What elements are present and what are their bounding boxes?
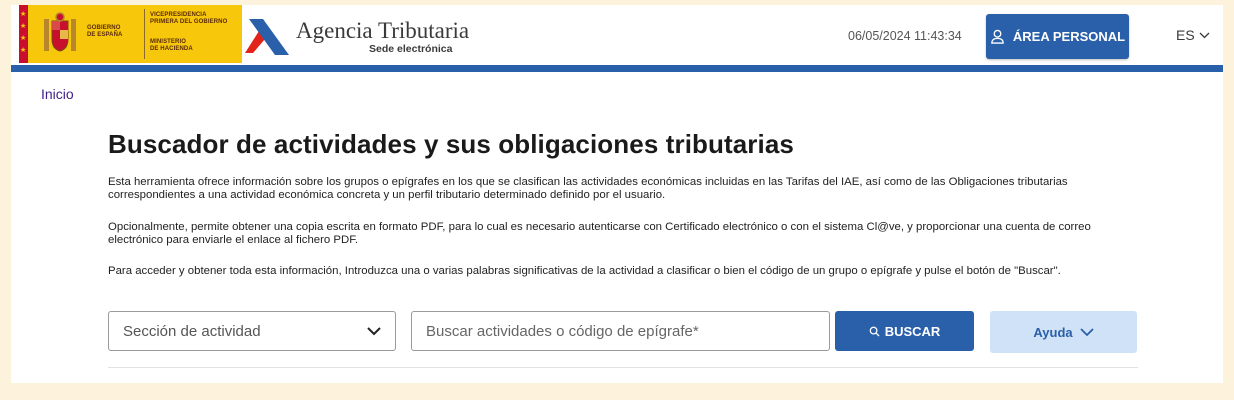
gov-text-4: PRIMERA DEL GOBIERNO <box>150 19 228 25</box>
star-icon: ★ <box>20 23 27 30</box>
gov-text-1: GOBIERNO <box>87 25 121 31</box>
star-icon: ★ <box>20 35 27 42</box>
language-selector[interactable]: ES <box>1176 27 1210 43</box>
datetime-display: 06/05/2024 11:43:34 <box>848 29 962 43</box>
gov-text-2: DE ESPAÑA <box>87 32 123 38</box>
area-personal-button[interactable]: ÁREA PERSONAL <box>986 14 1129 59</box>
area-personal-label: ÁREA PERSONAL <box>1012 29 1126 44</box>
section-select-value: Sección de actividad <box>123 322 261 340</box>
breadcrumb-inicio[interactable]: Inicio <box>41 86 74 102</box>
logo-divider <box>144 9 145 59</box>
user-icon <box>991 29 1004 44</box>
flag-strip: ★ ★ ★ ★ <box>19 5 28 63</box>
buscar-button[interactable]: BUSCAR <box>835 311 974 351</box>
search-input[interactable] <box>411 311 830 351</box>
section-select[interactable]: Sección de actividad <box>108 311 396 351</box>
agencia-tributaria-logo-icon[interactable] <box>243 15 293 59</box>
agency-title[interactable]: Agencia Tributaria <box>296 18 469 44</box>
header-blue-bar <box>11 65 1223 72</box>
divider-line <box>108 367 1138 368</box>
language-label: ES <box>1176 27 1195 43</box>
star-icon: ★ <box>20 47 27 54</box>
intro-paragraph-3: Para acceder y obtener toda esta informa… <box>108 265 1061 277</box>
search-icon <box>869 326 880 337</box>
chevron-down-icon <box>1199 32 1210 38</box>
gov-text-5: MINISTERIO <box>150 39 187 45</box>
agency-subtitle: Sede electrónica <box>369 43 453 55</box>
page-frame: ★ ★ ★ ★ GOBIERNO DE ESPAÑA VICEPRESIDENC… <box>11 5 1223 383</box>
coat-of-arms-icon <box>44 12 76 52</box>
page-title: Buscador de actividades y sus obligacion… <box>108 129 794 159</box>
gobierno-logo[interactable]: ★ ★ ★ ★ GOBIERNO DE ESPAÑA VICEPRESIDENC… <box>19 5 242 63</box>
intro-paragraph-1: Esta herramienta ofrece información sobr… <box>108 176 1068 201</box>
intro-paragraph-2: Opcionalmente, permite obtener una copia… <box>108 221 1091 246</box>
ayuda-button[interactable]: Ayuda <box>990 311 1137 353</box>
star-icon: ★ <box>20 11 27 18</box>
chevron-down-icon <box>1079 327 1094 336</box>
ayuda-label: Ayuda <box>1033 324 1073 340</box>
buscar-label: BUSCAR <box>884 323 941 339</box>
gov-text-3: VICEPRESIDENCIA <box>150 12 207 18</box>
gov-text-6: DE HACIENDA <box>150 46 193 52</box>
site-header: ★ ★ ★ ★ GOBIERNO DE ESPAÑA VICEPRESIDENC… <box>11 5 1223 65</box>
chevron-down-icon <box>367 326 381 335</box>
